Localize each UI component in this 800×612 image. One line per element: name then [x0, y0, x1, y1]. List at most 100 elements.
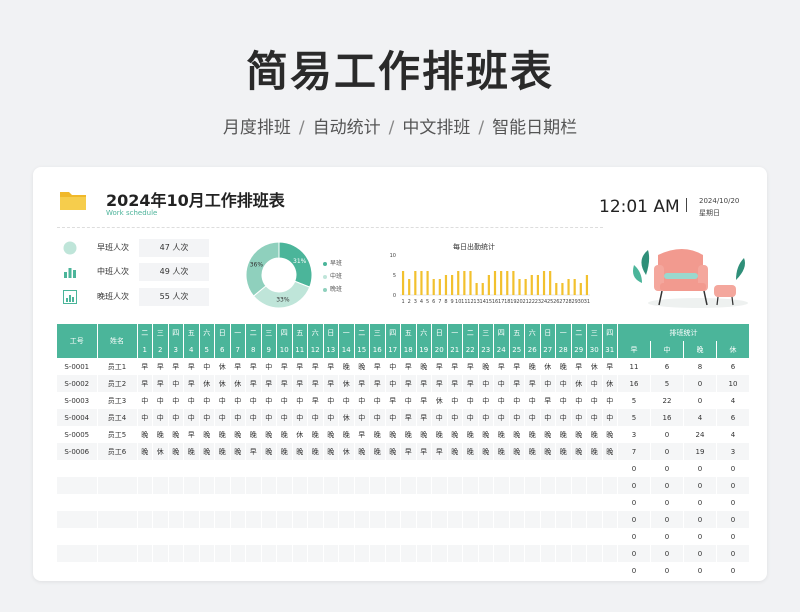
cell-shift[interactable]: 晚: [230, 426, 246, 443]
cell-shift[interactable]: [338, 545, 355, 562]
cell-shift[interactable]: [137, 545, 153, 562]
cell-shift[interactable]: [338, 511, 355, 528]
cell-shift[interactable]: [493, 494, 510, 511]
cell-shift[interactable]: [416, 511, 432, 528]
cell-shift[interactable]: [602, 511, 618, 528]
cell-shift[interactable]: 晚: [354, 358, 370, 375]
cell-shift[interactable]: 晚: [199, 426, 215, 443]
cell-shift[interactable]: [447, 460, 463, 477]
cell-name[interactable]: 员工2: [97, 375, 138, 392]
cell-shift[interactable]: 早: [183, 375, 200, 392]
cell-shift[interactable]: 晚: [338, 426, 355, 443]
cell-shift[interactable]: [230, 494, 246, 511]
cell-shift[interactable]: [571, 562, 587, 579]
cell-shift[interactable]: 中: [152, 392, 169, 409]
cell-name[interactable]: [97, 562, 138, 579]
cell-shift[interactable]: 晚: [230, 443, 246, 460]
cell-shift[interactable]: [400, 477, 417, 494]
cell-shift[interactable]: [338, 528, 355, 545]
cell-shift[interactable]: [199, 528, 215, 545]
cell-shift[interactable]: 中: [540, 375, 556, 392]
cell-shift[interactable]: [586, 494, 603, 511]
cell-shift[interactable]: [447, 562, 463, 579]
cell-shift[interactable]: [509, 494, 525, 511]
cell-shift[interactable]: [400, 528, 417, 545]
cell-shift[interactable]: [369, 528, 386, 545]
cell-shift[interactable]: [462, 511, 479, 528]
cell-shift[interactable]: 早: [509, 358, 525, 375]
cell-shift[interactable]: [214, 545, 231, 562]
cell-shift[interactable]: 中: [462, 409, 479, 426]
cell-shift[interactable]: [385, 511, 401, 528]
cell-shift[interactable]: [447, 477, 463, 494]
cell-shift[interactable]: [400, 511, 417, 528]
cell-shift[interactable]: [369, 477, 386, 494]
cell-shift[interactable]: [431, 528, 448, 545]
cell-shift[interactable]: [571, 545, 587, 562]
cell-shift[interactable]: [276, 511, 293, 528]
cell-shift[interactable]: [276, 562, 293, 579]
cell-shift[interactable]: [199, 494, 215, 511]
cell-shift[interactable]: 晚: [555, 443, 572, 460]
cell-shift[interactable]: [431, 460, 448, 477]
cell-shift[interactable]: [524, 545, 541, 562]
cell-shift[interactable]: 晚: [137, 426, 153, 443]
cell-shift[interactable]: [292, 460, 308, 477]
cell-shift[interactable]: 晚: [152, 426, 169, 443]
cell-shift[interactable]: 早: [245, 358, 262, 375]
cell-shift[interactable]: 晚: [183, 443, 200, 460]
cell-shift[interactable]: 早: [261, 375, 277, 392]
cell-id[interactable]: S-0006: [57, 443, 98, 460]
cell-shift[interactable]: 中: [555, 392, 572, 409]
cell-shift[interactable]: 中: [261, 358, 277, 375]
cell-shift[interactable]: [276, 545, 293, 562]
cell-shift[interactable]: [586, 511, 603, 528]
cell-shift[interactable]: 晚: [214, 443, 231, 460]
cell-shift[interactable]: [137, 494, 153, 511]
cell-shift[interactable]: [602, 528, 618, 545]
cell-shift[interactable]: 中: [183, 392, 200, 409]
cell-shift[interactable]: [137, 477, 153, 494]
cell-shift[interactable]: 早: [307, 392, 324, 409]
cell-shift[interactable]: 早: [152, 358, 169, 375]
cell-shift[interactable]: [509, 460, 525, 477]
cell-shift[interactable]: 早: [431, 443, 448, 460]
cell-shift[interactable]: [369, 494, 386, 511]
cell-shift[interactable]: 中: [385, 409, 401, 426]
cell-shift[interactable]: [524, 528, 541, 545]
cell-shift[interactable]: [416, 528, 432, 545]
cell-shift[interactable]: 中: [478, 409, 494, 426]
cell-shift[interactable]: 晚: [416, 426, 432, 443]
cell-shift[interactable]: 早: [462, 375, 479, 392]
cell-shift[interactable]: [540, 562, 556, 579]
cell-shift[interactable]: [214, 562, 231, 579]
cell-shift[interactable]: [509, 511, 525, 528]
cell-shift[interactable]: 早: [369, 375, 386, 392]
cell-shift[interactable]: [431, 545, 448, 562]
cell-id[interactable]: [57, 494, 98, 511]
cell-shift[interactable]: [199, 460, 215, 477]
cell-shift[interactable]: [385, 460, 401, 477]
cell-shift[interactable]: [214, 511, 231, 528]
cell-shift[interactable]: [245, 511, 262, 528]
cell-shift[interactable]: 晚: [137, 443, 153, 460]
cell-shift[interactable]: [400, 562, 417, 579]
cell-shift[interactable]: [431, 511, 448, 528]
cell-shift[interactable]: 中: [555, 375, 572, 392]
cell-shift[interactable]: 早: [323, 358, 339, 375]
cell-shift[interactable]: 晚: [478, 358, 494, 375]
cell-shift[interactable]: 休: [540, 358, 556, 375]
cell-shift[interactable]: 早: [230, 358, 246, 375]
cell-shift[interactable]: 早: [276, 375, 293, 392]
cell-shift[interactable]: 早: [152, 375, 169, 392]
cell-shift[interactable]: 中: [571, 409, 587, 426]
cell-shift[interactable]: [261, 511, 277, 528]
cell-shift[interactable]: [354, 494, 370, 511]
cell-shift[interactable]: 中: [385, 358, 401, 375]
cell-shift[interactable]: 早: [416, 392, 432, 409]
cell-shift[interactable]: 早: [431, 375, 448, 392]
cell-shift[interactable]: 晚: [214, 426, 231, 443]
cell-shift[interactable]: 中: [168, 392, 184, 409]
cell-shift[interactable]: 早: [493, 358, 510, 375]
cell-shift[interactable]: 早: [571, 358, 587, 375]
